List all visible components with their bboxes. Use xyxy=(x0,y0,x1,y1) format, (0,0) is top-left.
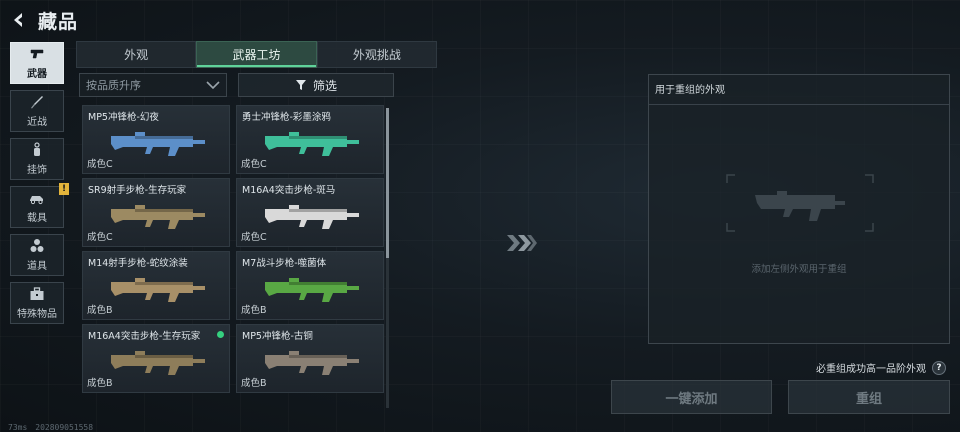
skin-name: M16A4突击步枪-生存玩家 xyxy=(88,331,201,342)
skin-name: MP5冲锋枪-古铜 xyxy=(242,331,313,342)
weapon-image xyxy=(265,278,359,302)
tab-appearance[interactable]: 外观 xyxy=(76,41,197,68)
skin-card[interactable]: M14射手步枪-蛇纹涂装 成色B xyxy=(82,251,230,320)
back-arrow-icon xyxy=(14,13,22,27)
skin-name: M14射手步枪-蛇纹涂装 xyxy=(88,258,188,269)
skin-name: M16A4突击步枪-斑马 xyxy=(242,185,336,196)
skin-card[interactable]: MP5冲锋枪-古铜 成色B xyxy=(236,324,384,393)
weapon-image xyxy=(265,205,359,229)
reassembly-rule-text: 必重组成功高一品阶外观 xyxy=(816,364,926,375)
knife-icon xyxy=(31,96,43,109)
pistol-icon xyxy=(30,49,44,59)
filter-label: 筛选 xyxy=(312,78,337,93)
new-indicator-dot xyxy=(217,331,224,338)
items-icon xyxy=(30,239,44,252)
panel-title: 用于重组的外观 xyxy=(655,85,725,96)
category-special-items[interactable]: 特殊物品 xyxy=(10,282,64,324)
category-weapons[interactable]: 武器 xyxy=(10,42,64,84)
build-text: 202809051558 xyxy=(35,422,94,432)
skin-name: SR9射手步枪-生存玩家 xyxy=(88,185,187,196)
header: 藏品 xyxy=(8,6,78,34)
skin-card[interactable]: M16A4突击步枪-生存玩家 成色B xyxy=(82,324,230,393)
category-label: 武器 xyxy=(27,69,47,80)
tab-weapon-workshop[interactable]: 武器工坊 xyxy=(196,41,317,68)
weapon-image xyxy=(111,132,205,156)
empty-slot-rifle-icon[interactable] xyxy=(725,173,875,233)
category-sidebar: 武器 近战 挂饰 载具 ! 道具 特殊物品 xyxy=(10,42,69,324)
weapon-image xyxy=(111,278,205,302)
category-label: 挂饰 xyxy=(27,165,47,176)
slot-hint: 添加左侧外观用于重组 xyxy=(751,264,847,275)
tab-appearance-challenge[interactable]: 外观挑战 xyxy=(316,41,437,68)
skin-card[interactable]: M16A4突击步枪-斑马 成色C xyxy=(236,178,384,247)
skin-card[interactable]: M7战斗步枪-噬菌体 成色B xyxy=(236,251,384,320)
category-label: 道具 xyxy=(27,261,47,272)
skin-name: MP5冲锋枪-幻夜 xyxy=(88,112,159,123)
charm-icon xyxy=(34,142,40,156)
skin-quality: 成色B xyxy=(241,305,267,316)
page-title: 藏品 xyxy=(38,10,79,33)
category-melee[interactable]: 近战 xyxy=(10,90,64,132)
skin-card[interactable]: SR9射手步枪-生存玩家 成色C xyxy=(82,178,230,247)
skin-quality: 成色C xyxy=(87,232,113,243)
weapon-image xyxy=(265,351,359,375)
list-scrollbar[interactable] xyxy=(386,108,389,408)
category-items[interactable]: 道具 xyxy=(10,234,64,276)
reassembly-panel: 用于重组的外观 添加左侧外观用于重组 xyxy=(648,74,950,344)
category-vehicles[interactable]: 载具 ! xyxy=(10,183,69,228)
filter-icon xyxy=(295,80,306,90)
category-charms[interactable]: 挂饰 xyxy=(10,138,64,180)
panel-divider xyxy=(649,104,949,105)
transfer-arrows-icon xyxy=(507,235,537,251)
skin-name: 勇士冲锋枪-彩墨涂鸦 xyxy=(242,112,331,123)
skin-grid: MP5冲锋枪-幻夜 成色C 勇士冲锋枪-彩墨涂鸦 成色C SR9射手步枪-生存玩家 成色C… xyxy=(82,105,384,410)
weapon-image xyxy=(265,132,359,156)
skin-quality: 成色B xyxy=(87,378,113,389)
skin-name: M7战斗步枪-噬菌体 xyxy=(242,258,327,269)
weapon-image xyxy=(111,351,205,375)
help-icon[interactable]: ? xyxy=(932,360,946,375)
quick-add-button[interactable]: 一键添加 xyxy=(611,380,772,414)
tab-bar: 外观 武器工坊 外观挑战 xyxy=(76,41,437,68)
category-label: 特殊物品 xyxy=(17,309,57,320)
skin-quality: 成色C xyxy=(87,159,113,170)
category-label: 近战 xyxy=(27,117,47,128)
alert-badge: ! xyxy=(59,183,69,195)
toolbox-icon xyxy=(30,287,44,300)
back-button[interactable] xyxy=(8,9,30,31)
chevron-down-icon xyxy=(206,81,220,90)
skin-quality: 成色B xyxy=(87,305,113,316)
scroll-thumb[interactable] xyxy=(386,108,389,258)
category-label: 载具 xyxy=(27,213,47,224)
ping-text: 73ms xyxy=(8,422,28,432)
skin-card[interactable]: MP5冲锋枪-幻夜 成色C xyxy=(82,105,230,174)
weapon-image xyxy=(111,205,205,229)
skin-quality: 成色B xyxy=(241,378,267,389)
sort-label: 按品质升序 xyxy=(86,79,141,92)
skin-quality: 成色C xyxy=(241,159,267,170)
filter-button[interactable]: 筛选 xyxy=(238,73,394,97)
help-row: 必重组成功高一品阶外观 ? xyxy=(816,360,946,375)
skin-card[interactable]: 勇士冲锋枪-彩墨涂鸦 成色C xyxy=(236,105,384,174)
sort-dropdown[interactable]: 按品质升序 xyxy=(79,73,227,97)
status-footer: 73ms 202809051558 xyxy=(8,422,93,432)
reassemble-button[interactable]: 重组 xyxy=(788,380,950,414)
skin-quality: 成色C xyxy=(241,232,267,243)
vehicle-icon xyxy=(30,196,43,205)
